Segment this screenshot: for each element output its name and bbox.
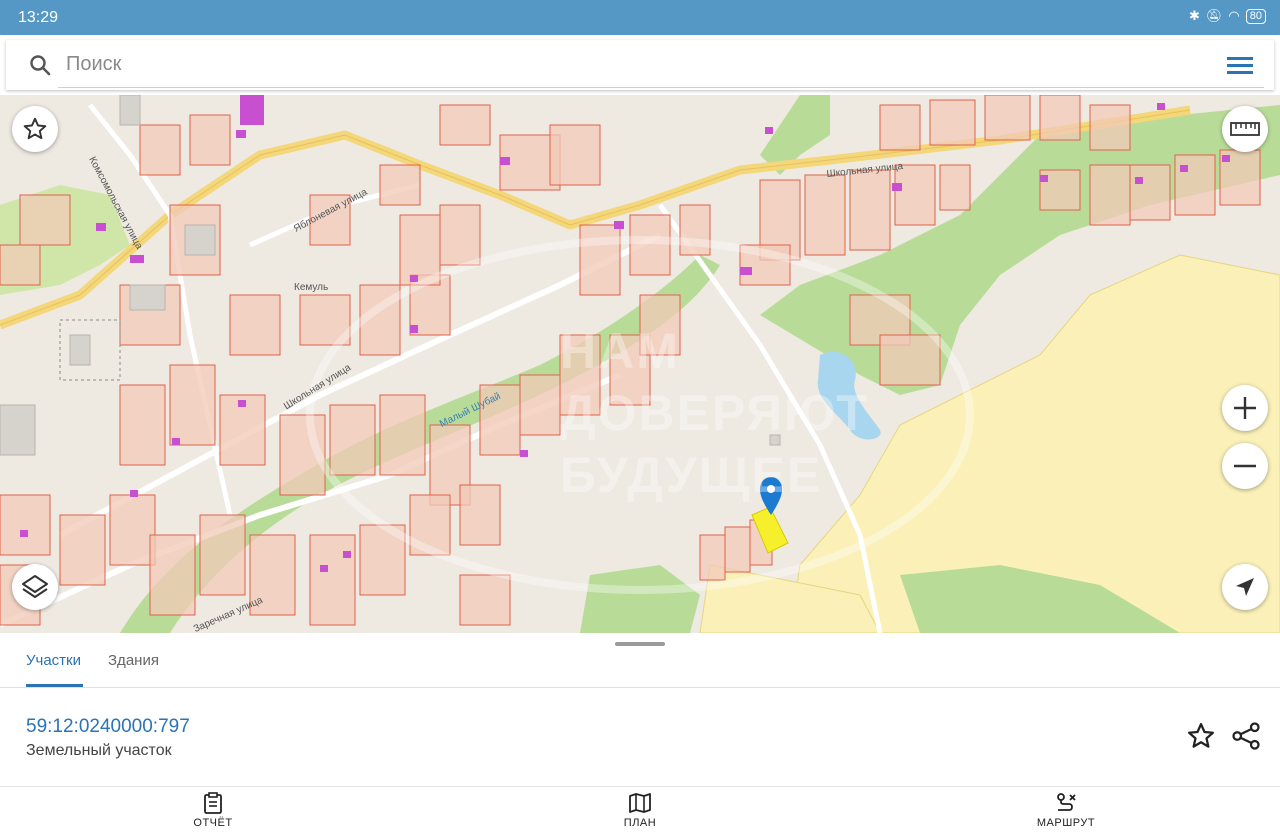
clock: 13:29 bbox=[18, 9, 59, 26]
nav-report[interactable]: ОТЧЁТ bbox=[153, 792, 273, 829]
route-icon bbox=[1057, 793, 1076, 811]
forest-area bbox=[580, 565, 700, 633]
minus-icon bbox=[1234, 464, 1256, 468]
clipboard-icon bbox=[204, 792, 222, 814]
star-outline-icon bbox=[23, 117, 47, 140]
locate-button[interactable] bbox=[1222, 564, 1268, 610]
share-icon[interactable] bbox=[1231, 721, 1261, 751]
nav-report-label: ОТЧЁТ bbox=[193, 817, 233, 829]
search-input[interactable]: Поиск bbox=[66, 53, 121, 76]
watermark: НАМ ДОВЕРЯЮТ БУДУЩЕЕ bbox=[560, 323, 869, 503]
nav-plan[interactable]: ПЛАН bbox=[580, 792, 700, 829]
map-icon bbox=[629, 793, 651, 813]
ruler-button[interactable] bbox=[1222, 106, 1268, 152]
info-panel: Участки Здания 59:12:0240000:797 Земельн… bbox=[0, 633, 1280, 786]
menu-icon[interactable] bbox=[1226, 53, 1254, 77]
navigation-arrow-icon bbox=[1236, 578, 1254, 596]
tab-divider bbox=[0, 687, 1280, 688]
wifi-icon: ◠ bbox=[1228, 8, 1240, 23]
zoom-in-button[interactable] bbox=[1222, 385, 1268, 431]
parcel-cadastral-number[interactable]: 59:12:0240000:797 bbox=[26, 716, 190, 738]
nav-plan-label: ПЛАН bbox=[623, 817, 657, 829]
status-bar: 13:29 ✱ 🔕︎ ◠ 80 bbox=[0, 0, 1280, 35]
plus-icon bbox=[1234, 397, 1256, 419]
favorite-star-icon[interactable] bbox=[1186, 721, 1216, 751]
search-bar[interactable]: Поиск bbox=[6, 40, 1274, 90]
search-icon[interactable] bbox=[28, 53, 52, 77]
favorite-button[interactable] bbox=[12, 106, 58, 152]
layers-button[interactable] bbox=[12, 564, 58, 610]
mute-icon: 🔕︎ bbox=[1205, 8, 1223, 23]
ruler-icon bbox=[1230, 122, 1260, 136]
map-view[interactable]: Кемуль Комсомольская улица Яблоневая ули… bbox=[0, 95, 1280, 633]
zoom-out-button[interactable] bbox=[1222, 443, 1268, 489]
bottom-navigation: ОТЧЁТ ПЛАН МАРШРУТ bbox=[0, 786, 1280, 838]
tab-parcels[interactable]: Участки bbox=[26, 652, 81, 669]
tab-buildings[interactable]: Здания bbox=[108, 652, 159, 669]
layers-icon bbox=[22, 575, 48, 598]
nav-route-label: МАРШРУТ bbox=[1036, 817, 1096, 829]
place-label: Кемуль bbox=[294, 282, 329, 293]
nav-route[interactable]: МАРШРУТ bbox=[1006, 792, 1126, 829]
bluetooth-icon: ✱ bbox=[1188, 8, 1200, 23]
status-icons: ✱ 🔕︎ ◠ 80 bbox=[1189, 8, 1266, 24]
battery-icon: 80 bbox=[1245, 8, 1266, 24]
parcel-type: Земельный участок bbox=[26, 742, 172, 759]
drag-handle[interactable] bbox=[615, 642, 665, 646]
search-underline bbox=[58, 87, 1264, 88]
